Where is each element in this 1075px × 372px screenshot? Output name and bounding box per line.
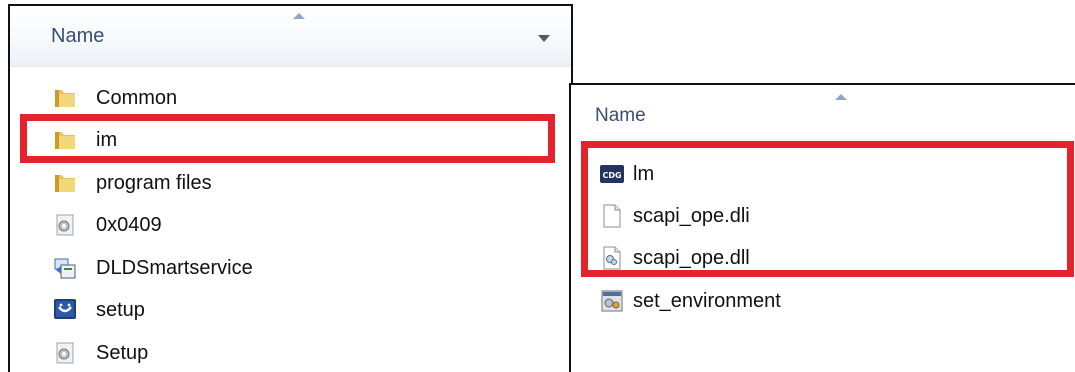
batch-file-icon <box>601 290 623 312</box>
file-row-lm[interactable]: CDG lm <box>571 154 1075 194</box>
sort-ascending-icon <box>293 13 305 19</box>
sort-ascending-icon <box>835 94 847 100</box>
file-row-setup-config[interactable]: Setup <box>10 332 571 372</box>
file-name-label: scapi_ope.dli <box>633 205 750 227</box>
file-name-label: setup <box>96 299 145 321</box>
file-row-im[interactable]: im <box>10 119 571 159</box>
file-row-0x0409[interactable]: 0x0409 <box>10 204 571 244</box>
name-column-label: Name <box>595 105 646 126</box>
file-name-label: Setup <box>96 342 149 364</box>
file-row-program-files[interactable]: program files <box>10 162 571 202</box>
name-column-label: Name <box>51 25 105 47</box>
file-name-label: DLDSmartservice <box>96 257 253 279</box>
column-dropdown-icon[interactable] <box>538 35 550 42</box>
dll-file-icon <box>603 246 621 270</box>
blank-file-icon <box>603 204 621 228</box>
file-row-set-environment[interactable]: set_environment <box>571 281 1075 321</box>
name-column-header[interactable]: Name <box>10 6 571 67</box>
file-row-setup-app[interactable]: setup <box>10 289 571 329</box>
file-name-label: im <box>96 129 118 151</box>
file-name-label: program files <box>96 172 212 194</box>
file-name-label: scapi_ope.dll <box>633 247 750 269</box>
folder-icon <box>55 175 75 192</box>
file-row-common[interactable]: Common <box>10 77 571 117</box>
name-column-header[interactable]: Name <box>571 85 1075 145</box>
installer-icon <box>54 258 76 279</box>
file-row-scapi-ope-dll[interactable]: scapi_ope.dll <box>571 238 1075 278</box>
folder-icon <box>55 90 75 107</box>
settings-file-icon <box>56 342 74 364</box>
file-name-label: Common <box>96 87 178 109</box>
file-row-dldsmartservice[interactable]: DLDSmartservice <box>10 247 571 287</box>
right-file-list: Name CDG lm scapi_ope.dli scapi_ope.dll <box>569 83 1075 372</box>
file-name-label: set_environment <box>633 290 781 312</box>
file-name-label: 0x0409 <box>96 214 162 236</box>
folder-icon <box>55 132 75 149</box>
settings-file-icon <box>56 214 74 236</box>
setup-app-icon <box>54 299 76 319</box>
cdg-app-icon: CDG <box>600 165 624 183</box>
file-row-scapi-ope-dli[interactable]: scapi_ope.dli <box>571 196 1075 236</box>
left-file-list: Name Common im program files 0x0409 DLDS… <box>8 4 573 372</box>
svg-text:CDG: CDG <box>602 171 621 180</box>
file-name-label: lm <box>633 163 655 185</box>
